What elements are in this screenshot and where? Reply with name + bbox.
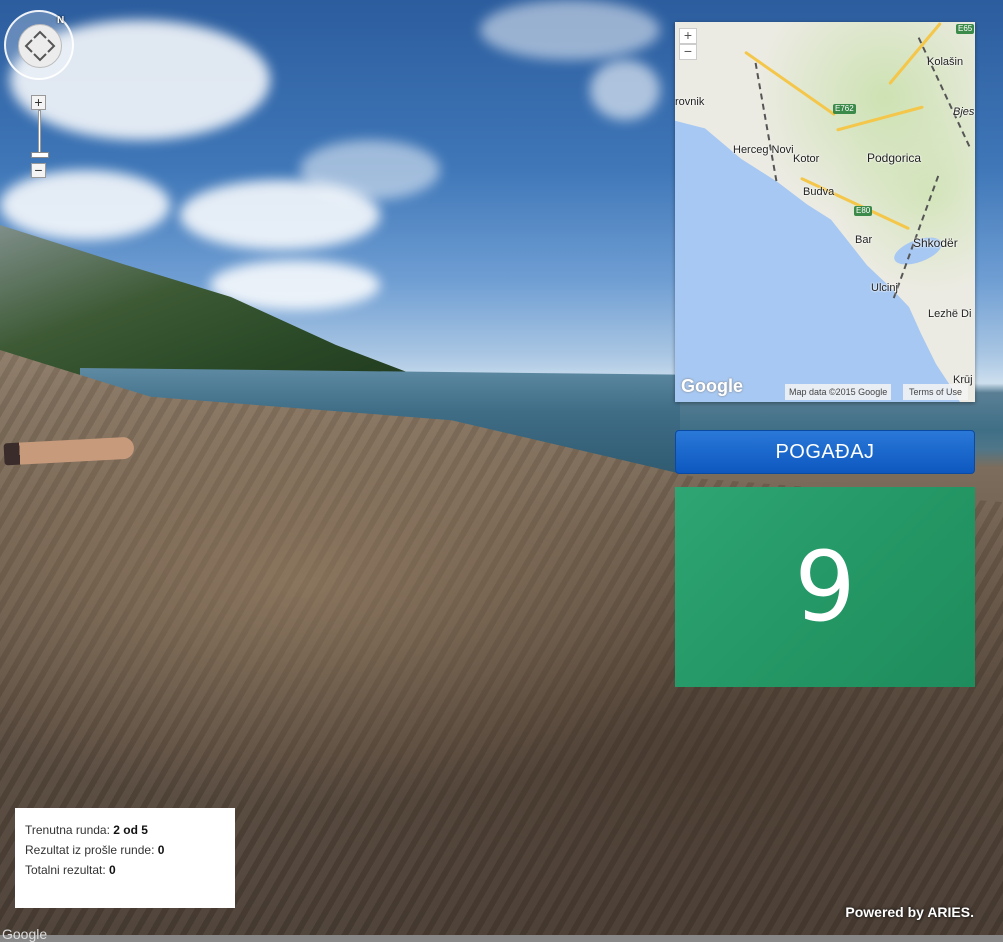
- cloud: [590, 60, 660, 120]
- terms-of-use-link[interactable]: Terms of Use: [903, 384, 969, 400]
- map-zoom-in-button[interactable]: +: [679, 28, 697, 44]
- map-label-shkoder: Shkodër: [913, 236, 958, 250]
- map-label-kotor: Kotor: [793, 153, 820, 165]
- map-label-bijelo: Bjes: [953, 106, 975, 118]
- zoom-out-button[interactable]: −: [31, 163, 46, 178]
- map-label-dubrovnik: rovnik: [675, 96, 705, 108]
- google-logo[interactable]: Google: [681, 376, 743, 397]
- total-score-label: Totalni rezultat:: [25, 863, 110, 877]
- map-label-podgorica: Podgorica: [867, 151, 922, 165]
- zoom-in-button[interactable]: +: [31, 95, 46, 110]
- map-label-bar: Bar: [855, 234, 873, 246]
- map-road-shield: E80: [854, 206, 873, 216]
- cloud: [480, 0, 660, 60]
- map-road-shield: E65: [956, 24, 975, 34]
- map-label-budva: Budva: [803, 186, 835, 198]
- last-round-row: Rezultat iz prošle runde: 0: [25, 840, 225, 860]
- map-label-lezhe: Lezhë Di: [928, 308, 972, 320]
- countdown-timer: 9: [675, 487, 975, 687]
- cloud: [0, 170, 170, 240]
- total-score-value: 0: [109, 863, 116, 877]
- cloud: [300, 140, 440, 200]
- map-label-herceg-novi: Herceg Novi: [733, 144, 794, 156]
- current-round-value: 2 od 5: [113, 823, 148, 837]
- mountain: [0, 225, 420, 385]
- map-data-attribution[interactable]: Map data ©2015 Google: [785, 384, 892, 400]
- street-view-google-mark: Google: [2, 926, 48, 942]
- last-round-value: 0: [157, 843, 165, 857]
- zoom-slider-handle[interactable]: [31, 152, 49, 158]
- north-indicator-icon: N: [57, 15, 65, 26]
- map-label-ulcinj: Ulcinj: [871, 282, 898, 294]
- total-score-row: Totalni rezultat: 0: [25, 860, 225, 880]
- pan-arrows-icon: [24, 30, 56, 62]
- current-round-row: Trenutna runda: 2 od 5: [25, 820, 225, 840]
- score-panel: Trenutna runda: 2 od 5 Rezultat iz prošl…: [15, 808, 235, 908]
- powered-by-label: Powered by ARIES.: [845, 904, 974, 920]
- pan-control-inner[interactable]: [18, 24, 62, 68]
- map-zoom-out-button[interactable]: −: [679, 44, 697, 60]
- map-label-kolasin: Kolašin: [927, 56, 964, 68]
- guess-button[interactable]: POGAĐAJ: [675, 430, 975, 474]
- current-round-label: Trenutna runda:: [25, 823, 114, 837]
- map-road-shield: E762: [833, 104, 856, 114]
- guess-map[interactable]: rovnik Herceg Novi Kotor Podgorica Budva…: [675, 22, 975, 402]
- last-round-label: Rezultat iz prošle runde:: [25, 843, 158, 857]
- zoom-slider-track[interactable]: [38, 110, 41, 154]
